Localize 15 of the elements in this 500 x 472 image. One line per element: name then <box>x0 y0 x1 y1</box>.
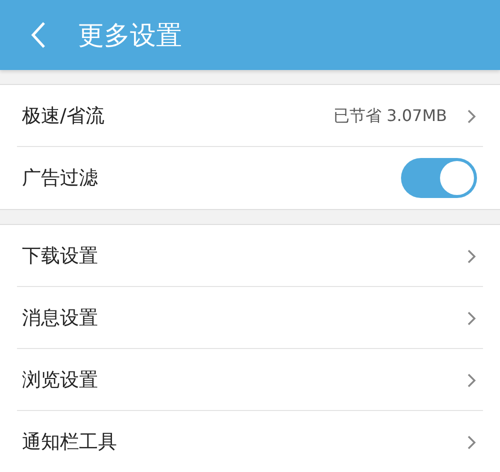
page-title: 更多设置 <box>78 20 182 52</box>
chevron-icon[interactable] <box>467 248 476 264</box>
chevron-icon[interactable] <box>467 108 476 124</box>
back-icon[interactable] <box>30 21 46 49</box>
setting-label[interactable]: 广告过滤 <box>22 165 401 191</box>
setting-label[interactable]: 消息设置 <box>22 305 467 331</box>
setting-label[interactable]: 通知栏工具 <box>22 429 467 455</box>
setting-value: 已节省 3.07MB <box>334 106 447 126</box>
chevron-icon[interactable] <box>467 434 476 450</box>
chevron-icon[interactable] <box>467 310 476 326</box>
setting-label[interactable]: 极速/省流 <box>22 103 334 129</box>
chevron-icon[interactable] <box>467 372 476 388</box>
setting-label[interactable]: 浏览设置 <box>22 367 467 393</box>
toggle-switch[interactable] <box>401 158 477 198</box>
setting-label[interactable]: 下载设置 <box>22 243 467 269</box>
